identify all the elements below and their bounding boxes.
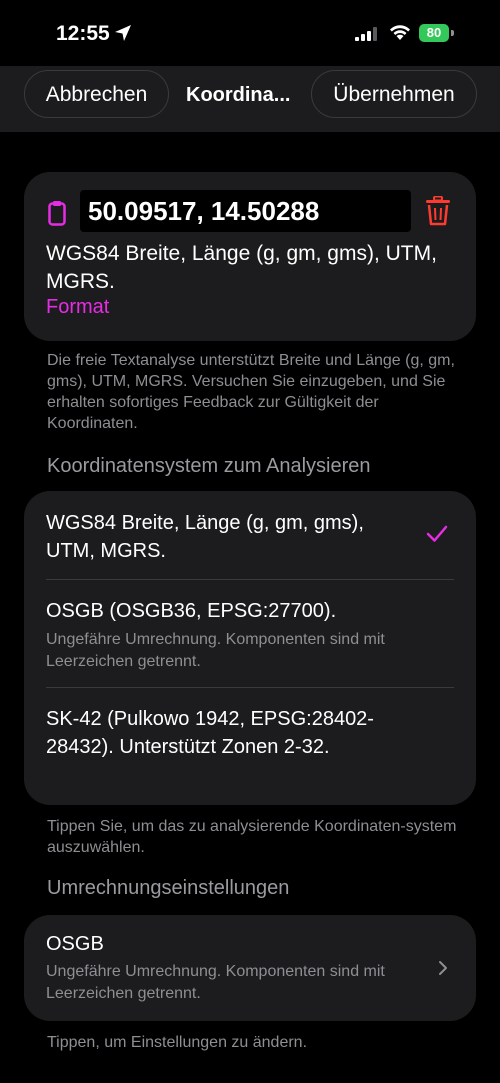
coordinate-input-card: 50.09517, 14.50288 WGS84 Breite, Länge (… — [24, 172, 476, 341]
status-bar: 12:55 80 — [0, 0, 500, 66]
option-sk42[interactable]: SK-42 (Pulkowo 1942, EPSG:28402-28432). … — [46, 705, 416, 761]
divider — [46, 579, 454, 580]
battery-cap — [451, 30, 454, 36]
coordinate-input[interactable]: 50.09517, 14.50288 — [80, 190, 411, 232]
navigation-bar: Abbrechen Koordina... Übernehmen — [0, 66, 500, 132]
option-osgb[interactable]: OSGB (OSGB36, EPSG:27700). Ungefähre Umr… — [46, 597, 416, 673]
conversion-settings-row[interactable]: OSGB Ungefähre Umrechnung. Komponenten s… — [24, 915, 476, 1021]
parse-section-footer: Tippen Sie, um das zu analysierende Koor… — [47, 818, 457, 856]
chevron-right-icon — [439, 961, 447, 975]
clipboard-icon[interactable] — [48, 200, 66, 226]
nav-title: Koordina... — [186, 84, 291, 106]
apply-button[interactable]: Übernehmen — [311, 70, 477, 118]
help-text: Die freie Textanalyse unterstützt Breite… — [47, 352, 455, 432]
option-subtitle: Ungefähre Umrechnung. Komponenten sind m… — [46, 631, 385, 670]
trash-icon[interactable] — [424, 196, 452, 226]
option-title: WGS84 Breite, Länge (g, gm, gms), UTM, M… — [46, 512, 364, 562]
battery-icon: 80 — [419, 24, 449, 42]
cancel-button[interactable]: Abbrechen — [24, 70, 169, 118]
format-link[interactable]: Format — [46, 296, 109, 319]
status-time: 12:55 — [56, 22, 110, 45]
format-description: WGS84 Breite, Länge (g, gm, gms), UTM, M… — [46, 242, 437, 293]
parse-options-card: WGS84 Breite, Länge (g, gm, gms), UTM, M… — [24, 491, 476, 805]
signal-icon — [355, 27, 377, 41]
conversion-section-header: Umrechnungseinstellungen — [47, 877, 290, 899]
conversion-section-footer: Tippen, um Einstellungen zu ändern. — [47, 1034, 308, 1051]
divider — [46, 687, 454, 688]
option-title: SK-42 (Pulkowo 1942, EPSG:28402-28432). … — [46, 708, 374, 758]
checkmark-icon — [426, 525, 448, 542]
conversion-subtitle: Ungefähre Umrechnung. Komponenten sind m… — [46, 963, 385, 1002]
wifi-icon — [390, 25, 410, 40]
parse-section-header: Koordinatensystem zum Analysieren — [47, 455, 371, 477]
option-title: OSGB (OSGB36, EPSG:27700). — [46, 600, 337, 622]
option-wgs84[interactable]: WGS84 Breite, Länge (g, gm, gms), UTM, M… — [46, 509, 416, 565]
conversion-title: OSGB — [46, 933, 104, 955]
location-arrow-icon — [115, 25, 131, 41]
